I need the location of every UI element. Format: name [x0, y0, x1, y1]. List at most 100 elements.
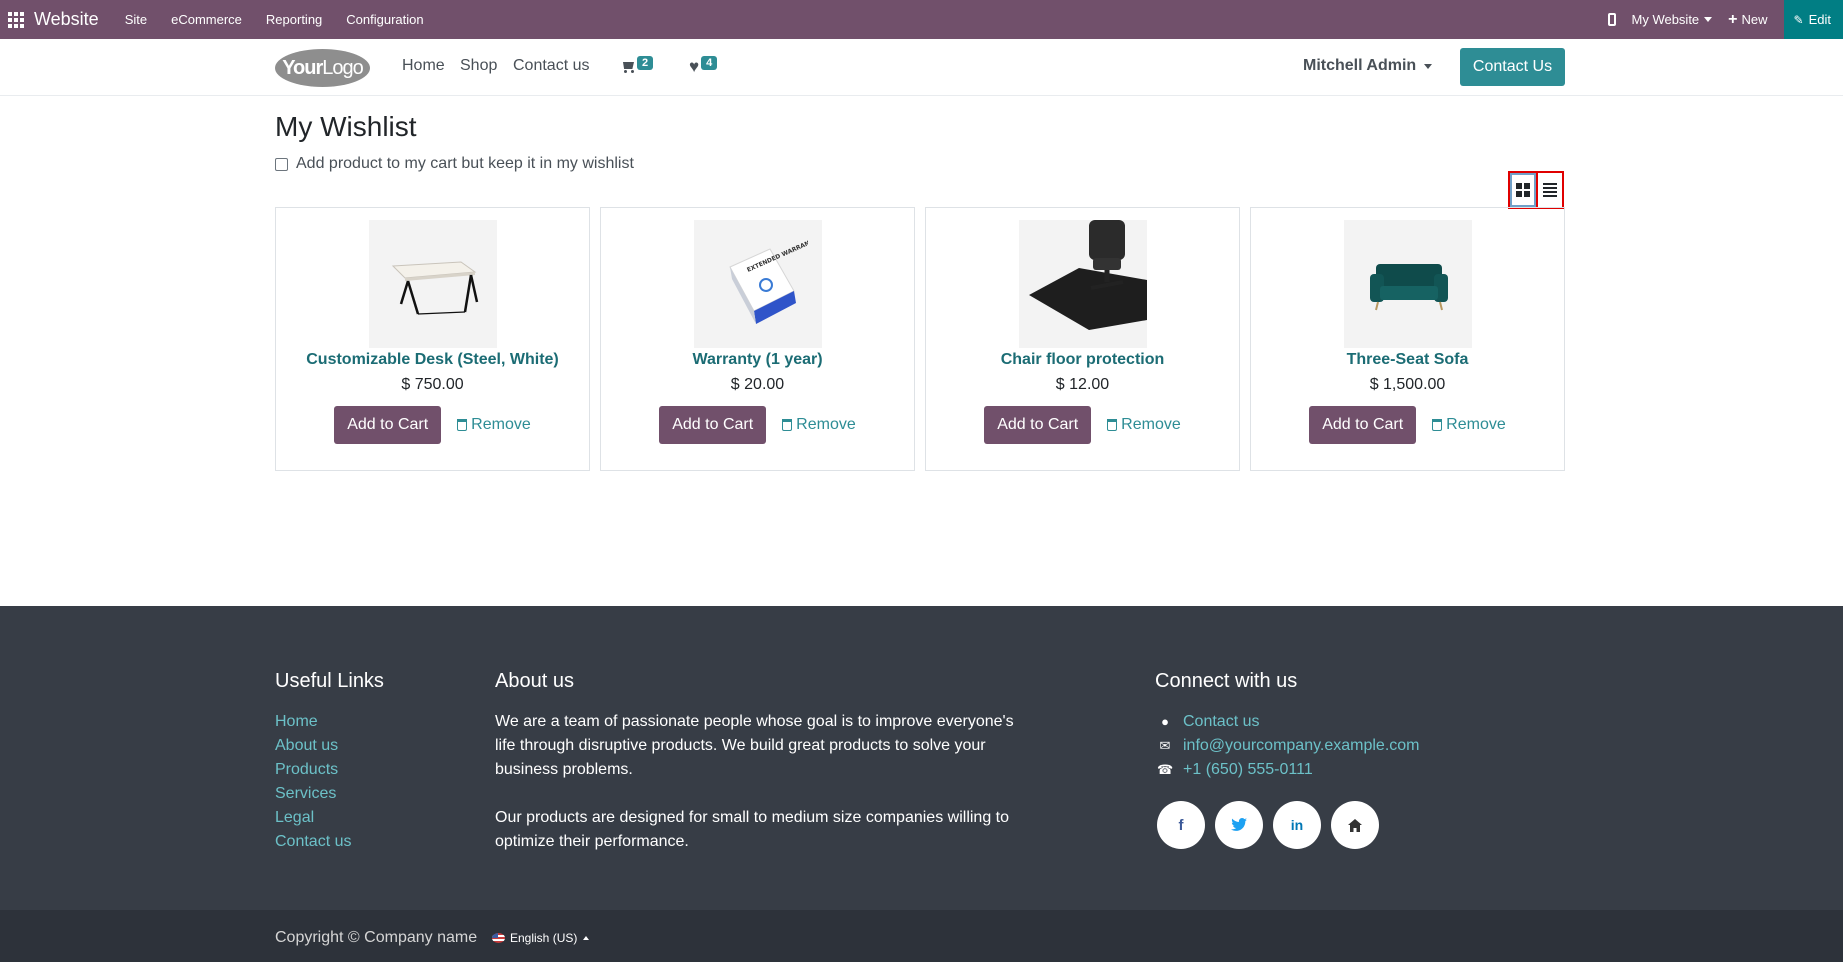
card-actions: Add to Cart Remove	[926, 406, 1239, 444]
language-label: English (US)	[510, 931, 578, 945]
website-selector[interactable]: My Website	[1632, 12, 1713, 27]
product-image-sofa[interactable]	[1344, 220, 1472, 348]
new-button[interactable]: + New	[1728, 10, 1767, 28]
facebook-icon: f	[1178, 816, 1184, 834]
add-to-cart-button[interactable]: Add to Cart	[659, 406, 767, 444]
trash-icon	[1107, 419, 1118, 431]
list-view-button[interactable]	[1536, 173, 1562, 207]
linkedin-button[interactable]: in	[1273, 801, 1321, 849]
wishlist-link[interactable]: ♥ 4	[689, 56, 718, 75]
remove-button[interactable]: Remove	[457, 416, 531, 434]
twitter-icon	[1231, 818, 1247, 831]
copyright-bar: Copyright © Company name English (US)	[0, 910, 1843, 962]
menu-reporting[interactable]: Reporting	[266, 12, 322, 27]
apps-grid-icon[interactable]	[8, 11, 24, 28]
copyright-text: Copyright © Company name	[275, 929, 478, 946]
us-flag-icon	[492, 933, 505, 943]
connect-email-item[interactable]: ✉ info@yourcompany.example.com	[1157, 734, 1420, 758]
cart-link[interactable]: 2	[621, 56, 654, 73]
chevron-down-icon	[1424, 63, 1433, 69]
nav-contact-us[interactable]: Contact us	[513, 57, 589, 75]
remove-label: Remove	[1446, 416, 1506, 433]
useful-links-list: Home About us Products Services Legal Co…	[275, 710, 351, 854]
remove-button[interactable]: Remove	[1432, 416, 1506, 434]
keep-in-wishlist-option[interactable]: Add product to my cart but keep it in my…	[275, 155, 634, 173]
trash-icon	[782, 419, 793, 431]
menu-site[interactable]: Site	[125, 12, 147, 27]
facebook-button[interactable]: f	[1157, 801, 1205, 849]
trash-icon	[1432, 419, 1443, 431]
connect-phone-item[interactable]: ☎ +1 (650) 555-0111	[1157, 758, 1420, 782]
trash-icon	[457, 419, 468, 431]
pencil-icon: ✎	[1793, 12, 1804, 27]
chat-bubble-icon: ●	[1161, 714, 1169, 729]
product-name[interactable]: Chair floor protection	[926, 351, 1239, 369]
edit-button[interactable]: ✎ Edit	[1783, 0, 1843, 39]
home-button[interactable]	[1331, 801, 1379, 849]
contact-us-button[interactable]: Contact Us	[1460, 48, 1565, 86]
product-name[interactable]: Warranty (1 year)	[601, 351, 914, 369]
remove-button[interactable]: Remove	[1107, 416, 1181, 434]
user-name: Mitchell Admin	[1303, 57, 1417, 74]
menu-configuration[interactable]: Configuration	[346, 12, 423, 27]
nav-home[interactable]: Home	[402, 57, 445, 75]
chevron-down-icon	[1704, 17, 1713, 22]
add-to-cart-button[interactable]: Add to Cart	[334, 406, 442, 444]
keep-in-wishlist-checkbox[interactable]	[275, 157, 288, 171]
grid-view-button[interactable]	[1510, 173, 1536, 207]
product-name[interactable]: Customizable Desk (Steel, White)	[276, 351, 589, 369]
menu-ecommerce[interactable]: eCommerce	[171, 12, 242, 27]
about-paragraph-1: We are a team of passionate people whose…	[495, 713, 1014, 778]
social-links: f in	[1157, 801, 1379, 849]
product-image-floor-mat[interactable]	[1019, 220, 1147, 348]
admin-right-tools: My Website + New ✎ Edit	[1607, 0, 1843, 39]
view-toggle	[1508, 171, 1564, 209]
page-title: My Wishlist	[275, 111, 417, 142]
cart-count-badge: 2	[637, 56, 654, 70]
add-to-cart-button[interactable]: Add to Cart	[984, 406, 1092, 444]
product-card: Customizable Desk (Steel, White) $ 750.0…	[275, 207, 590, 471]
connect-contact-item[interactable]: ● Contact us	[1157, 710, 1420, 734]
product-image-warranty[interactable]: EXTENDED WARRANTY	[694, 220, 822, 348]
add-to-cart-button[interactable]: Add to Cart	[1309, 406, 1417, 444]
card-actions: Add to Cart Remove	[1251, 406, 1564, 444]
app-title[interactable]: Website	[34, 9, 99, 30]
user-menu[interactable]: Mitchell Admin	[1303, 57, 1433, 75]
phone-icon: ☎	[1157, 762, 1174, 777]
about-text: We are a team of passionate people whose…	[495, 710, 1025, 854]
language-selector[interactable]: English (US)	[492, 931, 590, 945]
site-logo[interactable]: Your Logo	[275, 49, 370, 87]
remove-label: Remove	[796, 416, 856, 433]
twitter-button[interactable]	[1215, 801, 1263, 849]
website-selector-label: My Website	[1631, 12, 1700, 27]
nav-shop[interactable]: Shop	[460, 57, 497, 75]
contact-link[interactable]: Contact us	[1183, 710, 1259, 734]
grid-view-icon	[1516, 183, 1530, 197]
home-icon	[1348, 818, 1362, 832]
logo-text-bold: Your	[282, 56, 323, 79]
footer-link-legal[interactable]: Legal	[275, 806, 351, 830]
product-image-desk[interactable]	[369, 220, 497, 348]
footer-link-contact-us[interactable]: Contact us	[275, 830, 351, 854]
card-actions: Add to Cart Remove	[276, 406, 589, 444]
footer-link-home[interactable]: Home	[275, 710, 351, 734]
linkedin-icon: in	[1290, 817, 1304, 833]
connect-list: ● Contact us ✉ info@yourcompany.example.…	[1157, 710, 1420, 782]
product-card: Three-Seat Sofa $ 1,500.00 Add to Cart R…	[1250, 207, 1565, 471]
mobile-preview-icon[interactable]	[1607, 13, 1616, 26]
phone-link[interactable]: +1 (650) 555-0111	[1183, 758, 1313, 782]
footer-link-about-us[interactable]: About us	[275, 734, 351, 758]
product-card: EXTENDED WARRANTY Warranty (1 year) $ 20…	[600, 207, 915, 471]
keep-in-wishlist-label: Add product to my cart but keep it in my…	[296, 155, 634, 172]
product-card: Chair floor protection $ 12.00 Add to Ca…	[925, 207, 1240, 471]
site-header: Your Logo Home Shop Contact us 2 ♥ 4 Mitc…	[0, 39, 1843, 96]
footer-link-products[interactable]: Products	[275, 758, 351, 782]
email-link[interactable]: info@yourcompany.example.com	[1183, 734, 1420, 758]
cart-icon	[621, 61, 635, 73]
footer-link-services[interactable]: Services	[275, 782, 351, 806]
remove-button[interactable]: Remove	[782, 416, 856, 434]
plus-icon: +	[1728, 10, 1738, 28]
product-price: $ 1,500.00	[1369, 376, 1446, 393]
product-name[interactable]: Three-Seat Sofa	[1251, 351, 1564, 369]
connect-title: Connect with us	[1155, 670, 1298, 692]
